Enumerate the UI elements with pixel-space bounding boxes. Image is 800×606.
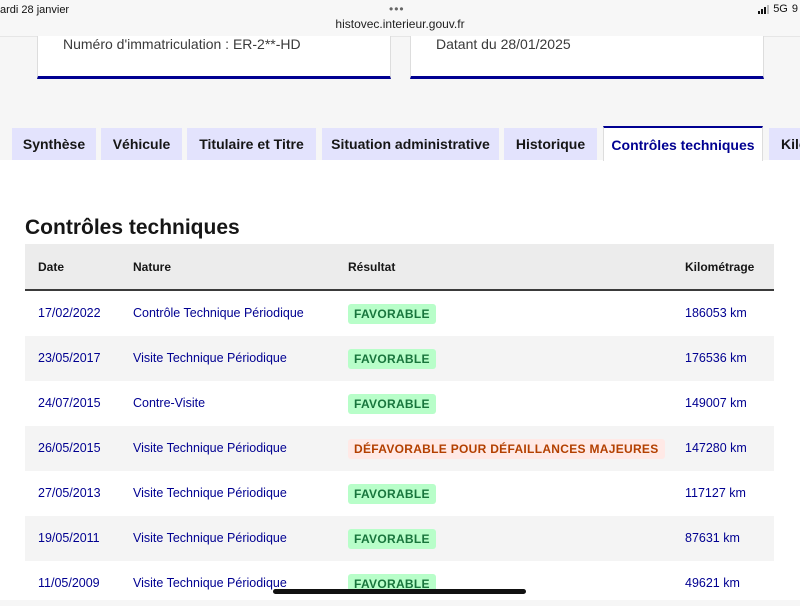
status-badge: FAVORABLE (348, 394, 436, 414)
status-indicators: 5G 9 (758, 3, 798, 15)
home-indicator[interactable] (273, 589, 526, 594)
registration-card: Numéro d'immatriculation : ER-2**-HD (37, 36, 391, 79)
registration-number: Numéro d'immatriculation : ER-2**-HD (63, 36, 301, 52)
tab-situation-administrative[interactable]: Situation administrative (322, 128, 499, 160)
status-badge: FAVORABLE (348, 529, 436, 549)
row-date: 27/05/2013 (38, 486, 101, 500)
table-row: 26/05/2015 Visite Technique Périodique D… (25, 426, 774, 471)
status-badge: FAVORABLE (348, 349, 436, 369)
tab-bar: Synthèse Véhicule Titulaire et Titre Sit… (0, 126, 800, 161)
row-date: 26/05/2015 (38, 441, 101, 455)
tab-synthese[interactable]: Synthèse (12, 128, 96, 160)
row-nature: Contrôle Technique Périodique (133, 306, 304, 320)
row-date: 17/02/2022 (38, 306, 101, 320)
row-date: 11/05/2009 (38, 576, 100, 590)
row-nature: Visite Technique Périodique (133, 531, 287, 545)
header-date: Date (38, 260, 65, 274)
report-date: Datant du 28/01/2025 (436, 36, 571, 52)
status-badge: FAVORABLE (348, 484, 436, 504)
row-km: 149007 km (685, 396, 747, 410)
header-kilometrage: Kilométrage (685, 260, 755, 274)
section-title: Contrôles techniques (25, 216, 240, 239)
header-resultat: Résultat (348, 260, 396, 274)
table-row: 23/05/2017 Visite Technique Périodique F… (25, 336, 774, 381)
more-dots-icon[interactable]: ••• (389, 2, 405, 16)
tab-kilometrage[interactable]: Kilo (769, 128, 800, 160)
tab-historique[interactable]: Historique (504, 128, 597, 160)
row-date: 19/05/2011 (38, 531, 100, 545)
row-nature: Contre-Visite (133, 396, 206, 410)
tab-titulaire-titre[interactable]: Titulaire et Titre (187, 128, 316, 160)
report-date-card: Datant du 28/01/2025 (410, 36, 764, 79)
row-nature: Visite Technique Périodique (133, 441, 287, 455)
tab-vehicule[interactable]: Véhicule (101, 128, 182, 160)
row-km: 117127 km (685, 486, 746, 500)
status-date: ardi 28 janvier (0, 4, 70, 16)
table-row: 24/07/2015 Contre-Visite FAVORABLE 14900… (25, 381, 774, 426)
row-date: 24/07/2015 (38, 396, 101, 410)
row-km: 87631 km (685, 531, 740, 545)
table-header: Date Nature Résultat Kilométrage (25, 244, 774, 291)
row-km: 147280 km (685, 441, 747, 455)
table-row: 11/05/2009 Visite Technique Périodique F… (25, 561, 774, 606)
row-km: 49621 km (685, 576, 740, 590)
header-nature: Nature (133, 260, 172, 274)
row-date: 23/05/2017 (38, 351, 101, 365)
table-row: 27/05/2013 Visite Technique Périodique F… (25, 471, 774, 516)
row-km: 186053 km (685, 306, 747, 320)
status-bar: ardi 28 janvier ••• histovec.interieur.g… (0, 0, 800, 37)
row-km: 176536 km (685, 351, 747, 365)
status-badge: FAVORABLE (348, 304, 436, 324)
table-row: 19/05/2011 Visite Technique Périodique F… (25, 516, 774, 561)
battery-label: 9 (791, 3, 798, 15)
row-nature: Visite Technique Périodique (133, 351, 287, 365)
signal-icon (758, 4, 770, 14)
status-badge: DÉFAVORABLE POUR DÉFAILLANCES MAJEURES (348, 439, 665, 459)
network-label: 5G (773, 3, 788, 15)
row-nature: Visite Technique Périodique (133, 576, 287, 590)
row-nature: Visite Technique Périodique (133, 486, 287, 500)
tab-controles-techniques[interactable]: Contrôles techniques (603, 126, 763, 161)
table-row: 17/02/2022 Contrôle Technique Périodique… (25, 291, 774, 336)
address-url[interactable]: histovec.interieur.gouv.fr (0, 17, 800, 31)
